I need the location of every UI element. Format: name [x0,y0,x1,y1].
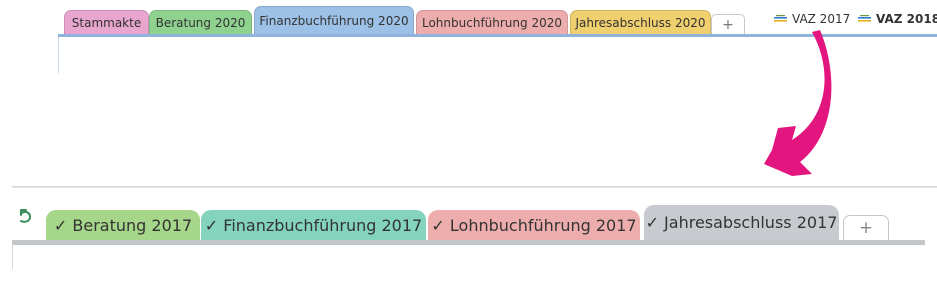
tab-finanzbuchfuehrung-2020[interactable]: Finanzbuchführung 2020 [254,6,414,34]
tab-jahresabschluss-2017[interactable]: ✓ Jahresabschluss 2017 [644,205,839,240]
curved-arrow-icon [764,30,832,176]
vaz-2017-label: VAZ 2017 [792,12,851,26]
tab-lohnbuchfuehrung-2017[interactable]: ✓ Lohnbuchführung 2017 [428,210,640,240]
active-tab-underline [12,240,925,245]
tab-beratung-2020[interactable]: Beratung 2020 [149,10,252,34]
tab-lohnbuchfuehrung-2020[interactable]: Lohnbuchführung 2020 [416,10,568,34]
tab-jahresabschluss-2020[interactable]: Jahresabschluss 2020 [570,10,711,34]
content-border [12,245,13,269]
tab-beratung-2017[interactable]: ✓ Beratung 2017 [46,210,200,240]
undo-icon[interactable] [17,207,33,225]
vaz-2017-link[interactable]: VAZ 2017 [773,12,850,26]
tab-finanzbuchfuehrung-2017[interactable]: ✓ Finanzbuchführung 2017 [201,210,426,240]
tab-stammakte[interactable]: Stammakte [64,10,149,34]
section-divider [12,186,937,188]
vaz-stack-icon [858,15,871,22]
vaz-2018-label: VAZ 2018 [876,12,937,26]
add-tab-button[interactable]: + [843,215,889,240]
content-border [58,37,59,73]
vaz-2018-link[interactable]: VAZ 2018 [857,12,937,26]
vaz-stack-icon [774,15,787,22]
